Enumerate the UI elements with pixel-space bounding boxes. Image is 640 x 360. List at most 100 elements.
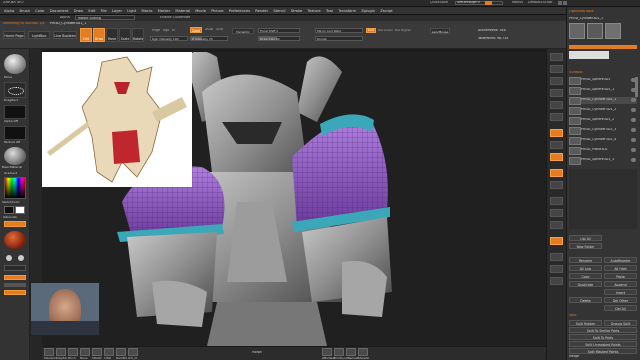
solo-button[interactable]: [550, 277, 563, 285]
insert-button[interactable]: Insert: [604, 289, 637, 295]
scroll-button[interactable]: [550, 77, 563, 85]
showall-slot[interactable]: [358, 348, 368, 356]
local-button[interactable]: [550, 153, 563, 161]
subtool-row[interactable]: PM3D_Sphere3D1: [569, 77, 637, 85]
menu-draw[interactable]: Draw: [74, 7, 83, 15]
zsub-toggle[interactable]: Zsub: [205, 28, 213, 31]
eye-icon[interactable]: [631, 108, 636, 112]
move-view-button[interactable]: [550, 209, 563, 217]
menu-preferences[interactable]: Preferences: [229, 7, 250, 15]
subtool-header[interactable]: Subtool: [569, 71, 583, 75]
eye-icon[interactable]: [631, 128, 636, 132]
live-boolean-button[interactable]: Live Boolean: [53, 31, 77, 39]
orange-button[interactable]: [4, 275, 26, 280]
dynamic-toggle[interactable]: Dynamic: [232, 28, 254, 34]
copy-button[interactable]: Copy: [569, 273, 602, 279]
brush-slot[interactable]: [116, 348, 126, 356]
menu-file[interactable]: File: [101, 7, 107, 15]
menu-zplugin[interactable]: Zplugin: [361, 7, 375, 15]
menu-picture[interactable]: Picture: [211, 7, 223, 15]
groups-split-button[interactable]: Groups Split: [604, 320, 637, 326]
lazymouse-toggle[interactable]: LazyMouse: [430, 28, 450, 34]
enable-customize-button[interactable]: Enable Customize: [160, 16, 190, 19]
edit-button[interactable]: Edit: [80, 28, 92, 42]
cylinder-thumbnail[interactable]: [569, 51, 609, 59]
primary-color-swatch[interactable]: [15, 206, 25, 214]
canvas-viewport[interactable]: [42, 52, 546, 346]
light-dot-icon[interactable]: [6, 255, 12, 261]
focal-shift-slider[interactable]: Focal Shift 0: [258, 28, 300, 33]
brush-slot[interactable]: [104, 348, 114, 356]
menu-color[interactable]: Color: [35, 7, 44, 15]
color-picker[interactable]: [4, 177, 26, 199]
orange-button[interactable]: [4, 290, 26, 295]
brush-thumbnail[interactable]: [4, 54, 26, 74]
lightbox-button[interactable]: LightBox: [28, 31, 50, 39]
split-unmasked-button[interactable]: Split Unmasked Points: [569, 341, 637, 347]
aahalf-button[interactable]: [550, 113, 563, 121]
zoom-button[interactable]: [550, 89, 563, 97]
alpha-thumbnail[interactable]: [4, 105, 26, 119]
brush-slot[interactable]: [92, 348, 102, 356]
subtool-row[interactable]: PM3D_Cylinder3D1_2: [569, 107, 637, 115]
all-high-button[interactable]: All High: [604, 265, 637, 271]
secondary-color-swatch[interactable]: [4, 206, 14, 214]
merge-header[interactable]: Merge: [569, 355, 579, 358]
new-folder-button[interactable]: New Folder: [569, 243, 602, 249]
subtool-row[interactable]: PM3D_Plane3D1: [569, 147, 637, 155]
actual-button[interactable]: [550, 101, 563, 109]
frame-button[interactable]: [550, 197, 563, 205]
bpr-button[interactable]: [550, 53, 563, 61]
menu-edit[interactable]: Edit: [88, 7, 95, 15]
zremesh-slot[interactable]: [346, 348, 356, 356]
rotate-scaling-slider[interactable]: Rotate Scaling: [75, 15, 135, 20]
split-masked-button[interactable]: Split Masked Points: [569, 348, 637, 354]
menu-light[interactable]: Light: [127, 7, 136, 15]
see-through-slider[interactable]: See-through 0: [455, 1, 503, 5]
menu-render[interactable]: Render: [255, 7, 268, 15]
brush-slot[interactable]: [68, 348, 78, 356]
trimdyn-slot[interactable]: [334, 348, 344, 356]
rename-button[interactable]: Rename: [569, 257, 602, 263]
smt-toggle[interactable]: Smt: [366, 28, 376, 33]
split-parts-button[interactable]: Split To Parts: [569, 334, 637, 340]
brush-slot[interactable]: [128, 348, 138, 356]
divide-button[interactable]: Divide: [315, 36, 363, 41]
del-all-button[interactable]: Del All: [604, 305, 637, 311]
polyf-button[interactable]: [550, 253, 563, 261]
rgb-intensity-slider[interactable]: Rgb Intensity 100: [150, 36, 188, 41]
fill-object-button[interactable]: [4, 221, 26, 227]
minimize-icon[interactable]: [558, 1, 562, 5]
eye-icon[interactable]: [631, 118, 636, 122]
brush-slot[interactable]: [44, 348, 54, 356]
spix-button[interactable]: [550, 65, 563, 73]
move-button[interactable]: Move: [106, 28, 118, 42]
menu-layer[interactable]: Layer: [112, 7, 122, 15]
delete-button[interactable]: Delete: [569, 297, 602, 303]
draw-size-slider[interactable]: Draw Size 64: [258, 36, 300, 41]
tool-thumbnail[interactable]: [605, 23, 621, 39]
duplicate-button[interactable]: Duplicate: [569, 281, 602, 287]
material-thumbnail[interactable]: [4, 147, 26, 165]
mrgb-toggle[interactable]: Mrgb: [152, 29, 160, 32]
morph-label[interactable]: Morph: [252, 351, 262, 354]
draw-button[interactable]: Draw: [93, 28, 105, 42]
lightcap-slider[interactable]: [4, 265, 26, 271]
lightbox-tools-link[interactable]: Lightbox▸Tools: [569, 10, 594, 13]
subtool-row[interactable]: PM3D_Sphere3D1_1: [569, 87, 637, 95]
alternate-label[interactable]: Alternate: [3, 216, 17, 219]
menu-zscript[interactable]: Zscript: [380, 7, 392, 15]
floor-button[interactable]: [550, 141, 563, 149]
quicksave-button[interactable]: QuickSave: [430, 1, 448, 4]
m-toggle[interactable]: M: [172, 29, 175, 32]
eye-icon[interactable]: [631, 138, 636, 142]
subtool-row[interactable]: PM3D_Sphere3D1_3: [569, 157, 637, 165]
matcap-thumbnail[interactable]: [4, 231, 26, 249]
menu-transform[interactable]: Transform: [338, 7, 356, 15]
split-hidden-button[interactable]: Split Hidden: [569, 320, 602, 326]
menu-document[interactable]: Document: [50, 7, 69, 15]
transp-button[interactable]: [550, 265, 563, 273]
default-zscript-button[interactable]: DefaultZScript: [528, 1, 553, 4]
menus-toggle[interactable]: Menus: [512, 1, 523, 4]
menu-macro[interactable]: Macro: [142, 7, 153, 15]
